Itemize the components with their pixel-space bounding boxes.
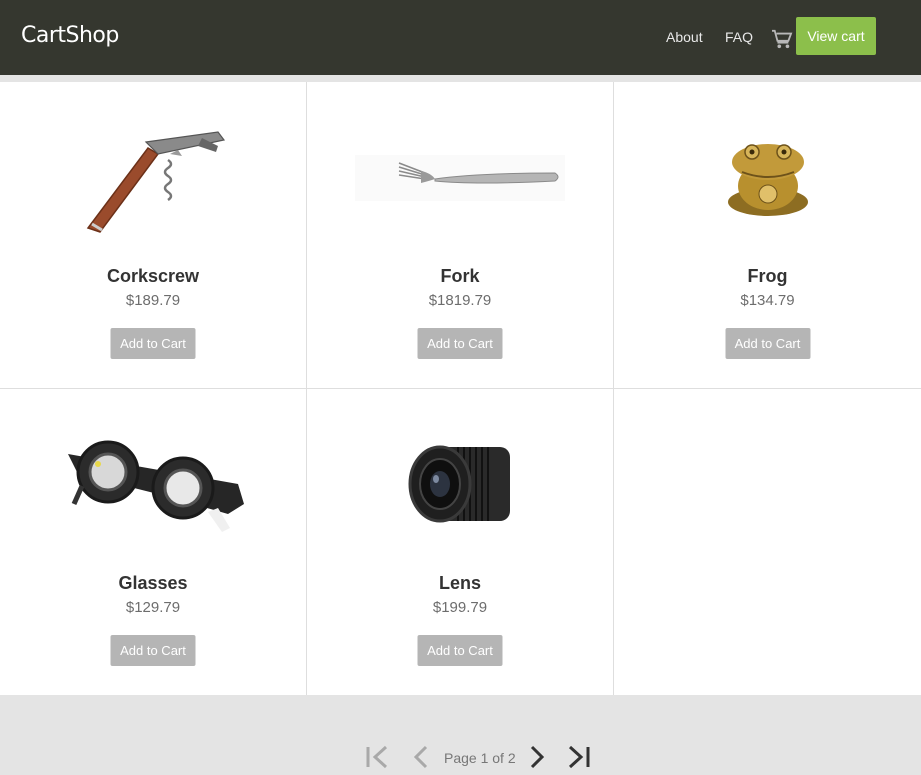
add-to-cart-button[interactable]: Add to Cart <box>110 635 196 666</box>
product-price: $199.79 <box>432 599 488 616</box>
product-card-lens: Lens $199.79 Add to Cart <box>307 389 614 696</box>
previous-page-icon[interactable] <box>411 745 431 774</box>
camera-lens-image[interactable] <box>350 409 570 559</box>
add-to-cart-button[interactable]: Add to Cart <box>725 328 810 359</box>
shopping-cart-icon[interactable] <box>771 29 793 49</box>
product-card-glasses: Glasses $129.79 Add to Cart <box>0 389 307 696</box>
nav-faq-link[interactable]: FAQ <box>725 29 753 45</box>
empty-grid-slot <box>614 389 921 696</box>
product-price: $189.79 <box>125 292 181 309</box>
product-card-frog: Frog $134.79 Add to Cart <box>614 82 921 389</box>
trial-glasses-image[interactable] <box>43 409 263 559</box>
fork-image[interactable] <box>350 102 570 252</box>
product-name[interactable]: Frog <box>614 266 921 287</box>
add-to-cart-button[interactable]: Add to Cart <box>110 328 196 359</box>
product-price: $129.79 <box>125 599 181 616</box>
top-navbar: CartShop About FAQ View cart <box>0 0 921 75</box>
nav-about-link[interactable]: About <box>666 29 703 45</box>
corkscrew-image[interactable] <box>43 102 263 252</box>
product-name[interactable]: Corkscrew <box>0 266 306 287</box>
product-grid: Corkscrew $189.79 Add to Cart Fork $1819… <box>0 82 921 696</box>
first-page-icon[interactable] <box>365 745 389 774</box>
product-card-corkscrew: Corkscrew $189.79 Add to Cart <box>0 82 307 389</box>
product-card-fork: Fork $1819.79 Add to Cart <box>307 82 614 389</box>
frog-figurine-image[interactable] <box>658 102 878 252</box>
add-to-cart-button[interactable]: Add to Cart <box>417 328 503 359</box>
brand-logo[interactable]: CartShop <box>21 23 119 48</box>
last-page-icon[interactable] <box>567 745 591 774</box>
product-price: $1819.79 <box>428 292 492 309</box>
view-cart-button[interactable]: View cart <box>796 17 876 55</box>
header-divider <box>0 75 921 82</box>
page-indicator: Page 1 of 2 <box>444 750 516 766</box>
add-to-cart-button[interactable]: Add to Cart <box>417 635 503 666</box>
product-name[interactable]: Fork <box>307 266 613 287</box>
next-page-icon[interactable] <box>527 745 547 774</box>
product-price: $134.79 <box>740 292 795 309</box>
product-name[interactable]: Lens <box>307 573 613 594</box>
product-name[interactable]: Glasses <box>0 573 306 594</box>
